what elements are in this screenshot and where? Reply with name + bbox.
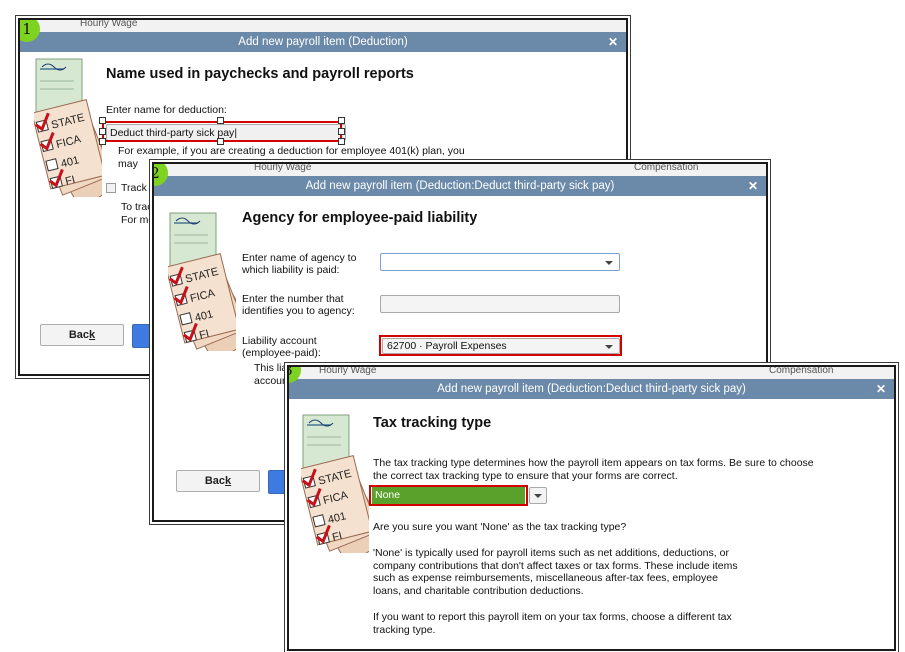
tax-forms-illustration [301, 411, 369, 553]
dialog-content: Tax tracking type The tax tracking type … [289, 399, 894, 649]
report-line: If you want to report this payroll item … [373, 611, 732, 623]
confirm-text: Are you sure you want 'None' as the tax … [373, 521, 627, 533]
page-heading: Tax tracking type [373, 415, 492, 431]
bg-text: Compensation [769, 367, 834, 376]
dialog-title: Add new payroll item (Deduction:Deduct t… [305, 180, 615, 192]
tax-forms-illustration [168, 209, 236, 351]
chevron-down-icon[interactable] [605, 261, 613, 265]
to-track-line: For mo [121, 213, 155, 226]
dialog-titlebar[interactable]: Add new payroll item (Deduction:Deduct t… [289, 379, 894, 399]
dialog-title: Add new payroll item (Deduction) [238, 36, 408, 48]
example-line: For example, if you are creating a deduc… [118, 145, 465, 157]
resize-handle [99, 138, 106, 145]
description-text: The tax tracking type determines how the… [373, 457, 873, 482]
dialog-tax-tracking: Hourly Wage Compensation Add new payroll… [287, 365, 896, 651]
track-checkbox[interactable] [106, 183, 116, 193]
track-label: Track [121, 182, 147, 194]
description-line: The tax tracking type determines how the… [373, 457, 814, 469]
resize-handle [217, 138, 224, 145]
report-line: tracking type. [373, 623, 436, 636]
bg-text: Compensation [634, 164, 699, 173]
name-label: Enter name for deduction: [106, 104, 227, 116]
number-label-line: Enter the number that [242, 293, 344, 305]
agency-label-line: Enter name of agency to [242, 252, 357, 264]
number-label: Enter the number that identifies you to … [242, 293, 355, 317]
liability-label-line: Liability account [242, 335, 317, 347]
description-line: the correct tax tracking type to ensure … [373, 469, 678, 482]
highlight-tax-tracking [369, 485, 528, 506]
close-icon[interactable]: ✕ [876, 379, 886, 399]
info-line: company contributions that don't affect … [373, 559, 738, 572]
dialog-titlebar[interactable]: Add new payroll item (Deduction) ✕ [20, 32, 626, 52]
info-line: loans, and charitable contribution deduc… [373, 584, 584, 597]
agency-label: Enter name of agency to which liability … [242, 252, 356, 276]
back-button-label: Back [204, 475, 232, 487]
info-line: 'None' is typically used for payroll ite… [373, 547, 729, 559]
resize-handle [99, 117, 106, 124]
resize-handle [338, 128, 345, 135]
dialog-titlebar[interactable]: Add new payroll item (Deduction:Deduct t… [154, 176, 766, 196]
bg-text: Hourly Wage [80, 20, 138, 29]
close-icon[interactable]: ✕ [608, 32, 618, 52]
report-text: If you want to report this payroll item … [373, 611, 793, 636]
chevron-down-icon[interactable] [534, 494, 542, 498]
info-line: such as expense reimbursements, miscella… [373, 572, 718, 584]
to-track-text: To trac For mo [121, 201, 154, 226]
bg-text: Hourly Wage [254, 164, 312, 173]
number-label-line: identifies you to agency: [242, 305, 355, 317]
liability-label: Liability account (employee-paid): [242, 335, 321, 359]
back-button[interactable]: Back [176, 470, 260, 492]
back-button[interactable]: Back [40, 324, 124, 346]
resize-handle [338, 138, 345, 145]
resize-handle [99, 128, 106, 135]
close-icon[interactable]: ✕ [748, 176, 758, 196]
highlight-liability-account [379, 335, 622, 356]
page-heading: Name used in paychecks and payroll repor… [106, 66, 414, 82]
tax-tracking-dropdown-button[interactable] [529, 487, 547, 504]
back-button-label: Back [68, 329, 96, 341]
resize-handle [217, 117, 224, 124]
resize-handle [338, 117, 345, 124]
agency-select[interactable] [380, 253, 620, 271]
liability-label-line: (employee-paid): [242, 347, 321, 359]
info-text: 'None' is typically used for payroll ite… [373, 547, 793, 597]
page-heading: Agency for employee-paid liability [242, 210, 478, 226]
to-track-line: To trac [121, 201, 153, 213]
tax-forms-illustration [34, 55, 102, 197]
dialog-title: Add new payroll item (Deduction:Deduct t… [437, 383, 746, 395]
agency-label-line: which liability is paid: [242, 264, 340, 276]
bg-text: Hourly Wage [319, 367, 377, 376]
agency-number-input[interactable] [380, 295, 620, 313]
